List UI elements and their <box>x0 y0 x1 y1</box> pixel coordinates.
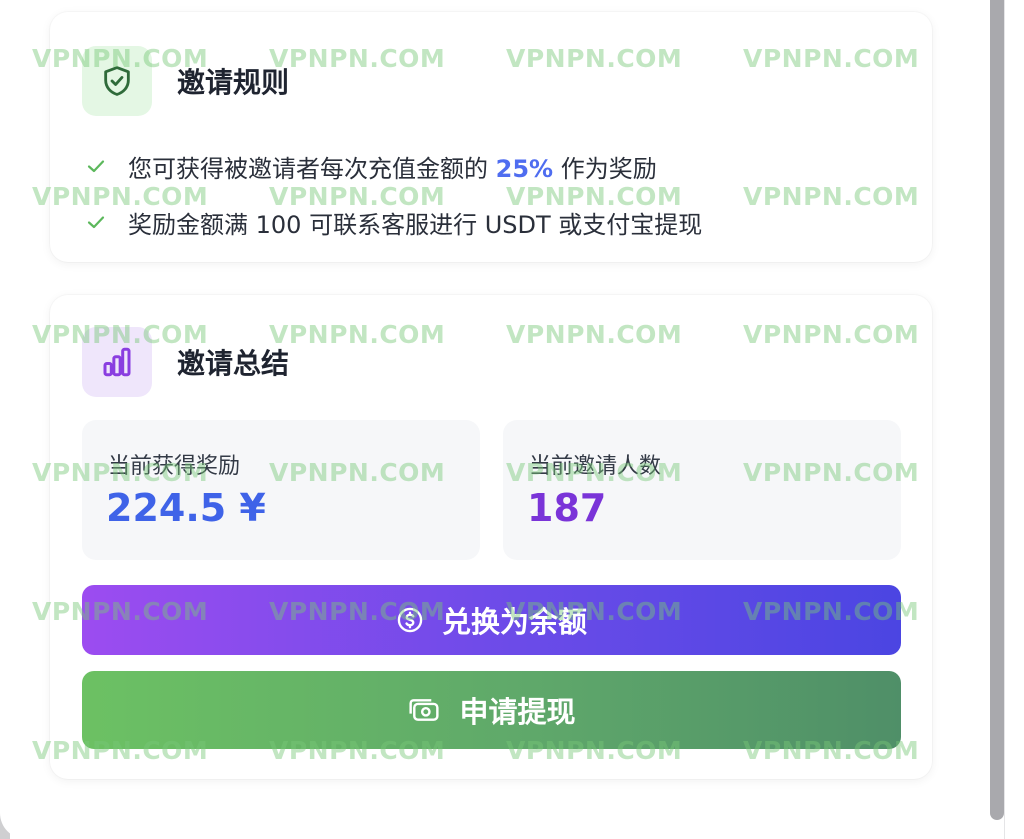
current-reward-label: 当前获得奖励 <box>108 454 241 479</box>
dollar-coin-icon <box>397 607 423 633</box>
scrollbar[interactable] <box>990 0 1004 820</box>
window-edge <box>1004 0 1024 839</box>
invite-count-stat: 当前邀请人数 187 <box>503 420 901 560</box>
rule-text: 奖励金额满 100 可联系客服进行 USDT 或支付宝提现 <box>128 210 703 239</box>
withdraw-button-label: 申请提现 <box>459 695 576 729</box>
check-icon <box>87 160 105 173</box>
rule-item: 您可获得被邀请者每次充值金额的 25% 作为奖励 <box>86 138 702 194</box>
invite-count-value: 187 <box>527 486 607 530</box>
exchange-button-label: 兑换为余额 <box>441 605 587 639</box>
invite-summary-title: 邀请总结 <box>177 347 290 380</box>
invite-panel: 邀请规则 您可获得被邀请者每次充值金额的 25% 作为奖励 奖励金额满 100 … <box>0 0 988 839</box>
reward-percentage: 25% <box>495 154 554 183</box>
current-reward-stat: 当前获得奖励 224.5 ¥ <box>82 420 480 560</box>
cash-icon <box>409 699 440 721</box>
invite-summary-card: 邀请总结 当前获得奖励 224.5 ¥ 当前邀请人数 187 兑换为余额 申请提… <box>50 295 932 779</box>
invite-count-label: 当前邀请人数 <box>529 454 662 479</box>
shield-check-icon <box>82 46 152 116</box>
exchange-to-balance-button[interactable]: 兑换为余额 <box>82 585 901 655</box>
rule-item: 奖励金额满 100 可联系客服进行 USDT 或支付宝提现 <box>86 194 702 250</box>
check-icon <box>87 216 105 229</box>
invite-rules-card: 邀请规则 您可获得被邀请者每次充值金额的 25% 作为奖励 奖励金额满 100 … <box>50 12 932 262</box>
current-reward-value: 224.5 ¥ <box>106 486 266 530</box>
rule-list: 您可获得被邀请者每次充值金额的 25% 作为奖励 奖励金额满 100 可联系客服… <box>86 138 702 250</box>
withdraw-button[interactable]: 申请提现 <box>82 671 901 749</box>
invite-rules-title: 邀请规则 <box>177 66 290 99</box>
invite-rules-header: 邀请规则 <box>82 46 289 116</box>
bar-chart-icon <box>82 327 152 397</box>
rule-text: 您可获得被邀请者每次充值金额的 25% 作为奖励 <box>128 154 657 183</box>
invite-summary-header: 邀请总结 <box>82 327 289 397</box>
